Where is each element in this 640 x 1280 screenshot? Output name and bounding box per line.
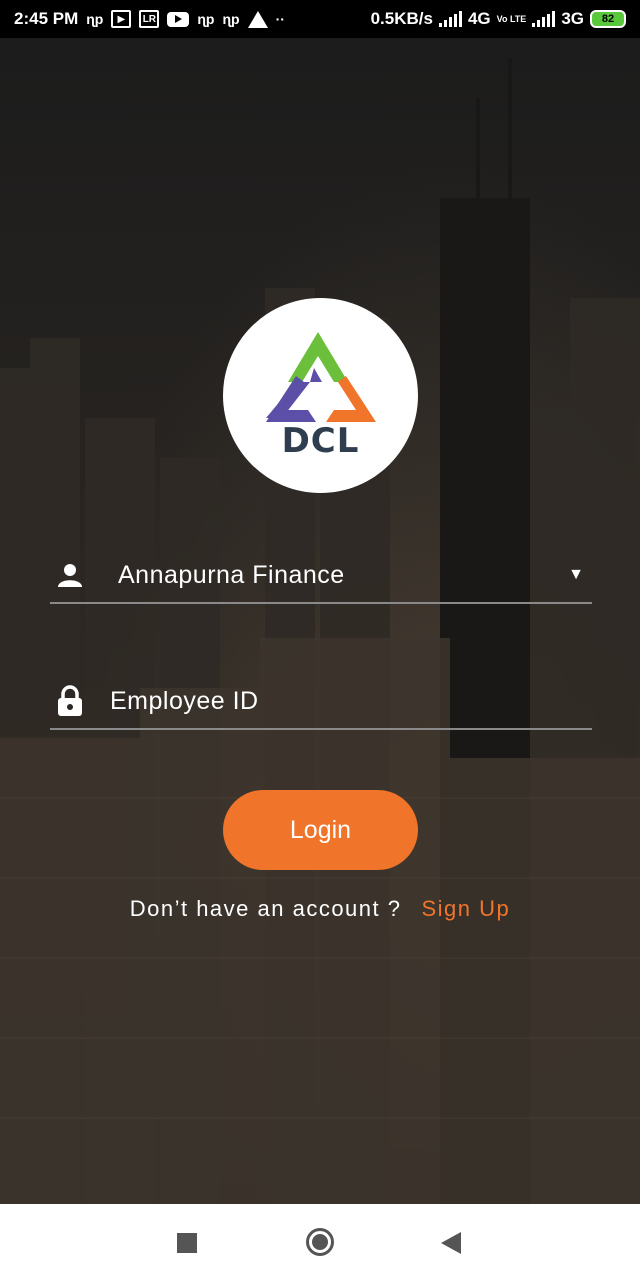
- np-notification-icon: ɳp: [86, 11, 104, 27]
- home-button[interactable]: [306, 1228, 334, 1256]
- network-type-4g: 4G: [467, 9, 491, 28]
- np-notification-icon-3: ɳp: [222, 11, 240, 27]
- logo-text: DCL: [281, 421, 360, 461]
- lock-icon: [50, 685, 90, 717]
- navigation-bar: [0, 1204, 640, 1280]
- employee-id-field[interactable]: Employee ID: [50, 674, 592, 730]
- np-notification-icon-2: ɳp: [197, 11, 215, 27]
- company-select[interactable]: Annapurna Finance ▼: [50, 548, 592, 604]
- signal-strength-icon-2: [532, 11, 556, 27]
- signup-row: Don’t have an account ? Sign Up: [0, 896, 640, 922]
- more-notifications-icon: ··: [275, 11, 285, 27]
- login-button[interactable]: Login: [223, 790, 418, 870]
- login-screen: DCL Annapurna Finance ▼ Employee ID Logi…: [0, 38, 640, 1204]
- volte-icon: Vo LTE: [496, 13, 527, 24]
- signup-link[interactable]: Sign Up: [422, 896, 511, 922]
- dcl-logo-icon: [265, 332, 376, 422]
- signal-strength-icon: [438, 11, 462, 27]
- status-time: 2:45 PM: [14, 9, 79, 28]
- person-icon: [50, 562, 90, 588]
- battery-icon: 82: [590, 10, 626, 28]
- signup-prompt: Don’t have an account ?: [129, 896, 402, 921]
- network-type-3g: 3G: [561, 9, 584, 28]
- battery-level: 82: [601, 13, 615, 25]
- play-notification-icon: ▶: [111, 10, 132, 28]
- city-skyline-background: [0, 58, 640, 1204]
- app-logo: DCL: [223, 298, 418, 493]
- status-bar: 2:45 PM ɳp ▶ LR ɳp ɳp ·· 0.5KB/s 4G Vo L…: [0, 0, 640, 38]
- lr-notification-icon: LR: [139, 10, 160, 28]
- network-speed: 0.5KB/s: [370, 9, 433, 28]
- employee-id-input[interactable]: Employee ID: [110, 687, 259, 716]
- back-button[interactable]: [441, 1232, 461, 1254]
- company-select-value: Annapurna Finance: [118, 560, 345, 589]
- warning-icon: [247, 10, 268, 28]
- recents-button[interactable]: [177, 1233, 197, 1253]
- chevron-down-icon[interactable]: ▼: [568, 566, 584, 584]
- youtube-notification-icon: [167, 11, 190, 27]
